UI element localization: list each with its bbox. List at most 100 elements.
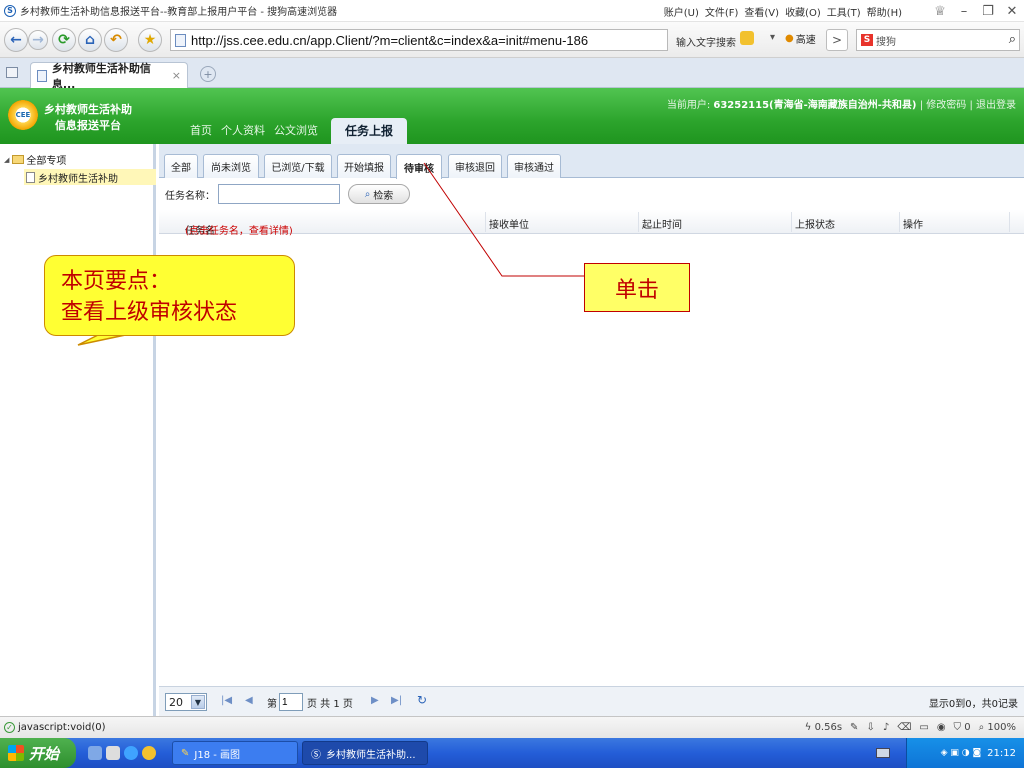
keyboard-icon[interactable] — [876, 748, 890, 758]
tree-item-rural-teacher-subsidy[interactable]: 乡村教师生活补助 — [24, 169, 156, 185]
speed-mode-button[interactable]: ● 高速 — [785, 31, 816, 46]
search-button[interactable]: ⌕ 检索 — [348, 184, 410, 204]
quicklaunch-desktop-icon[interactable] — [88, 746, 102, 760]
translate-icon[interactable] — [740, 31, 754, 45]
first-page-icon[interactable]: |◀ — [221, 695, 232, 706]
column-divider — [638, 212, 639, 232]
next-page-icon[interactable]: ▶ — [371, 695, 379, 706]
home-icon[interactable]: ⌂ — [78, 28, 102, 52]
tab-close-icon[interactable]: × — [172, 69, 181, 82]
menu-view[interactable]: 查看(V) — [744, 4, 779, 19]
menu-account[interactable]: 账户(U) — [664, 4, 699, 19]
shield-icon: ⛉ — [953, 722, 962, 733]
note-callout: 本页要点： 查看上级审核状态 — [44, 255, 295, 336]
tab-review-returned[interactable]: 审核退回 — [448, 154, 502, 178]
skin-icon[interactable]: ♕ — [928, 4, 952, 19]
magnifier-icon: ⌕ — [364, 188, 371, 200]
display-icon[interactable]: ▭ — [919, 722, 928, 733]
start-label: 开始 — [29, 744, 60, 763]
quicklaunch-ie-icon[interactable] — [124, 746, 138, 760]
page-icon — [175, 33, 186, 47]
menu-file[interactable]: 文件(F) — [705, 4, 739, 19]
zoom-icon: ⌕ — [978, 722, 985, 733]
note-body: 查看上级审核状态 — [61, 300, 238, 325]
menu-help[interactable]: 帮助(H) — [867, 4, 902, 19]
browser-tab-active[interactable]: 乡村教师生活补助信息... × — [30, 62, 188, 91]
browser-status-bar: ✓ javascript:void(0) ϟ 0.56s ✎ ⇩ ♪ ⌫ ▭ ◉… — [0, 716, 1024, 738]
user-value: 63252115(青海省-海南藏族自治州-共和县) — [713, 100, 917, 111]
load-time-value: 0.56s — [814, 722, 843, 733]
user-label: 当前用户: — [666, 100, 711, 111]
nav-documents[interactable]: 公文浏览 — [274, 118, 327, 144]
quicklaunch-media-icon[interactable] — [106, 746, 120, 760]
zoom-control[interactable]: ⌕ 100% — [979, 722, 1016, 733]
search-box[interactable]: S 搜狗 ⌕ — [856, 29, 1020, 51]
quicklaunch-sogou-icon[interactable] — [142, 746, 156, 760]
speed-label: 高速 — [795, 35, 816, 46]
eye-icon[interactable]: ◉ — [937, 722, 946, 733]
trash-icon[interactable]: ⌫ — [897, 722, 911, 733]
shield-count-value: 0 — [964, 722, 971, 733]
tray-icons[interactable]: ◈ ▣ ◑ ◙ — [941, 748, 982, 758]
col-action[interactable]: 操作 — [903, 216, 923, 231]
page-number-input[interactable] — [279, 693, 303, 711]
change-password-link[interactable]: 修改密码 — [926, 100, 966, 111]
col-task-name-hint: (点击任务名，查看详情) — [185, 226, 293, 237]
favorite-star-icon[interactable]: ★ — [138, 28, 162, 52]
back-icon[interactable]: ← — [4, 28, 28, 52]
nav-profile[interactable]: 个人资料 — [221, 118, 274, 144]
chevron-right-icon[interactable]: > — [826, 29, 848, 51]
page-total: 页 共 1 页 — [307, 699, 353, 710]
tab-pending-review[interactable]: 待审核 — [396, 154, 442, 179]
new-tab-icon[interactable]: + — [200, 66, 216, 82]
windows-taskbar: 开始 ✎ J18 - 画图 Ⓢ 乡村教师生活补助... ◈ ▣ ◑ ◙ 21:1… — [0, 738, 1024, 768]
search-icon[interactable]: ⌕ — [1009, 32, 1016, 47]
col-time-range[interactable]: 起止时间 — [642, 216, 682, 231]
folder-icon — [12, 155, 25, 164]
col-report-status[interactable]: 上报状态 — [795, 216, 835, 231]
page-size-select[interactable]: 20 ▼ — [165, 693, 207, 711]
close-icon[interactable]: ✕ — [1000, 4, 1024, 19]
task-browser[interactable]: Ⓢ 乡村教师生活补助... — [302, 741, 428, 765]
tree-root[interactable]: ◢ 全部专项 — [4, 152, 66, 167]
download-icon[interactable]: ⇩ — [866, 722, 874, 733]
window-controls: ♕ – ❐ ✕ — [928, 0, 1024, 22]
forward-icon[interactable]: → — [28, 30, 48, 50]
logout-link[interactable]: 退出登录 — [976, 100, 1016, 111]
speaker-icon[interactable]: ♪ — [883, 722, 889, 733]
tab-start-filling[interactable]: 开始填报 — [337, 154, 391, 178]
restore-icon[interactable]: ❐ — [976, 4, 1000, 19]
refresh-icon[interactable]: ⟳ — [52, 28, 76, 52]
start-button[interactable]: 开始 — [0, 738, 76, 768]
task-name-input[interactable] — [218, 184, 340, 204]
dropdown-arrow-icon[interactable]: ▾ — [770, 32, 775, 43]
category-tree: ◢ 全部专项 乡村教师生活补助 — [0, 144, 156, 716]
reload-icon[interactable]: ↻ — [417, 693, 427, 707]
shield-count[interactable]: ⛉ 0 — [954, 722, 971, 733]
main-nav: 首页 个人资料 公文浏览 任务上报 — [190, 118, 408, 144]
pen-icon[interactable]: ✎ — [850, 722, 858, 733]
tab-all[interactable]: 全部 — [164, 154, 198, 178]
tab-unviewed[interactable]: 尚未浏览 — [203, 154, 259, 178]
column-divider — [1009, 212, 1010, 232]
task-paint[interactable]: ✎ J18 - 画图 — [172, 741, 298, 765]
tab-viewed-downloaded[interactable]: 已浏览/下载 — [264, 154, 332, 178]
col-receiving-unit[interactable]: 接收单位 — [489, 216, 529, 231]
search-hint: 输入文字搜索 — [676, 38, 736, 49]
prev-page-icon[interactable]: ◀ — [245, 695, 253, 706]
sidebar-toggle-icon[interactable] — [6, 67, 18, 78]
nav-task-report[interactable]: 任务上报 — [331, 118, 408, 144]
nav-home[interactable]: 首页 — [190, 118, 221, 144]
task-name-label: 任务名称： — [165, 190, 215, 202]
menu-favorites[interactable]: 收藏(O) — [785, 4, 821, 19]
tab-review-passed[interactable]: 审核通过 — [507, 154, 561, 178]
menu-tools[interactable]: 工具(T) — [827, 4, 861, 19]
last-page-icon[interactable]: ▶| — [391, 695, 402, 706]
minimize-icon[interactable]: – — [952, 4, 976, 19]
search-button-label: 检索 — [373, 190, 394, 202]
address-bar[interactable]: http://jss.cee.edu.cn/app.Client/?m=clie… — [170, 29, 668, 51]
undo-close-icon[interactable]: ↶ — [104, 28, 128, 52]
browser-title-bar: S 乡村教师生活补助信息报送平台--教育部上报用户平台 - 搜狗高速浏览器 账户… — [0, 0, 1024, 22]
click-callout: 单击 — [584, 263, 690, 312]
expand-icon[interactable]: ◢ — [4, 156, 9, 164]
